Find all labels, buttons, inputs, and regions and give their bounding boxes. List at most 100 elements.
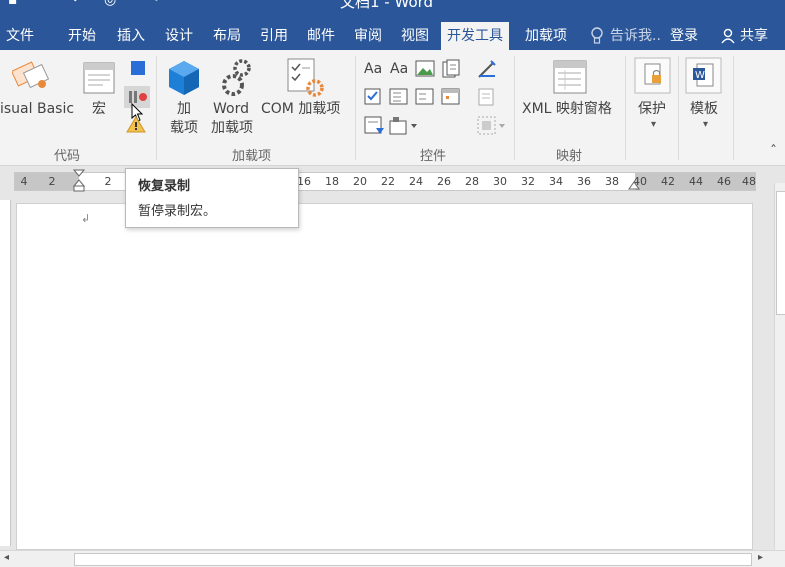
word-addins-button-line1[interactable]: Word (213, 101, 249, 118)
group-control-icon[interactable] (477, 116, 507, 136)
lightbulb-icon (591, 27, 603, 44)
tab-file[interactable]: 文件 (0, 22, 40, 50)
picture-control-icon[interactable] (415, 60, 435, 78)
tooltip-description: 暂停录制宏。 (138, 204, 217, 219)
document-template-icon: W (685, 57, 722, 94)
com-addins-icon (287, 58, 324, 97)
ribbon: isual Basic 宏 代码 加 载项 Word 加载项 COM 加载项 加… (0, 50, 785, 166)
building-block-icon[interactable] (442, 59, 460, 79)
vertical-ruler (0, 200, 11, 546)
print-preview-icon[interactable]: ◎ (104, 0, 116, 8)
controls-group-label: 控件 (420, 149, 447, 164)
code-group-label: 代码 (54, 149, 81, 164)
addins-button-line1[interactable]: 加 (177, 101, 191, 118)
rich-text-control-icon[interactable]: Aa (364, 61, 382, 78)
ruler-tick: 46 (717, 175, 731, 188)
tab-review[interactable]: 审阅 (348, 22, 388, 50)
tab-insert[interactable]: 插入 (111, 22, 151, 50)
ruler-tick: 32 (521, 175, 535, 188)
login-button[interactable]: 登录 (664, 22, 704, 50)
macro-security-icon[interactable] (126, 116, 146, 133)
macro-button[interactable]: 宏 (92, 101, 106, 118)
group-separator (625, 56, 626, 160)
vertical-scrollbar[interactable] (774, 183, 785, 550)
addins-group-label: 加载项 (232, 149, 272, 164)
visual-basic-button[interactable]: isual Basic (0, 101, 74, 118)
checkbox-control-icon[interactable] (364, 88, 382, 106)
undo-icon[interactable]: ↶ (72, 0, 84, 8)
svg-text:W: W (695, 70, 705, 81)
word-addins-icon (222, 59, 251, 96)
tooltip-title: 恢复录制 (138, 179, 191, 194)
mapping-group-label: 映射 (556, 149, 583, 164)
protect-document-icon (634, 57, 671, 94)
tab-mailings[interactable]: 邮件 (301, 22, 341, 50)
chevron-down-icon[interactable]: ▾ (651, 116, 656, 133)
group-separator (355, 56, 356, 160)
group-separator (733, 56, 734, 160)
addins-button-line2[interactable]: 载项 (170, 120, 198, 137)
ruler-tick: 36 (577, 175, 591, 188)
title-bar: ▪ ↶ ◎ ↷ 文档1 - Word (0, 0, 785, 22)
paragraph-mark-icon: ↲ (81, 212, 91, 225)
ruler-tick: 44 (689, 175, 703, 188)
combo-box-icon[interactable] (389, 88, 409, 106)
ribbon-tabs: 文件 开始 插入 设计 布局 引用 邮件 审阅 视图 开发工具 加载项 告诉我.… (0, 22, 785, 50)
date-picker-icon[interactable] (441, 88, 461, 106)
addins-icon (169, 61, 199, 95)
ruler-tick: 26 (437, 175, 451, 188)
right-indent-marker-icon[interactable] (628, 180, 640, 190)
properties-icon[interactable] (477, 88, 497, 106)
horizontal-scrollbar[interactable]: ◂ ▸ (0, 550, 785, 567)
tab-developer[interactable]: 开发工具 (441, 22, 509, 50)
indent-marker-icon[interactable] (73, 169, 85, 193)
ruler-tick: 30 (493, 175, 507, 188)
window-title: 文档1 - Word (340, 0, 434, 11)
ruler-tick: 34 (549, 175, 563, 188)
share-button[interactable]: 共享 (734, 22, 774, 50)
com-addins-button[interactable]: COM 加载项 (261, 101, 340, 118)
tell-me-search[interactable]: 告诉我.. (604, 22, 667, 50)
visual-basic-icon (12, 61, 50, 89)
ruler-tick: 22 (381, 175, 395, 188)
ruler-tick: 2 (104, 175, 112, 188)
tab-design[interactable]: 设计 (159, 22, 199, 50)
xml-mapping-icon (553, 60, 587, 94)
save-icon[interactable]: ▪ (8, 0, 18, 8)
macro-icon (83, 62, 115, 94)
repeating-section-icon[interactable] (364, 116, 386, 136)
document-page[interactable]: ↲ (16, 203, 753, 550)
xml-mapping-pane-button[interactable]: XML 映射窗格 (522, 101, 612, 118)
vertical-scroll-thumb[interactable] (776, 191, 785, 315)
ruler-tick: 42 (661, 175, 675, 188)
scroll-right-icon[interactable]: ▸ (758, 552, 763, 563)
chevron-down-icon[interactable]: ▾ (703, 116, 708, 133)
group-separator (678, 56, 679, 160)
tab-layout[interactable]: 布局 (207, 22, 247, 50)
ruler-tick: 20 (353, 175, 367, 188)
ruler-tick: 28 (465, 175, 479, 188)
plain-text-control-icon[interactable]: Aa (390, 61, 408, 78)
redo-icon[interactable]: ↷ (148, 0, 160, 8)
legacy-tools-icon[interactable] (389, 116, 419, 136)
design-mode-icon[interactable] (477, 59, 497, 79)
group-separator (514, 56, 515, 160)
collapse-ribbon-icon[interactable]: ˆ (770, 144, 777, 161)
tab-view[interactable]: 视图 (395, 22, 435, 50)
ruler-tick: 2 (48, 175, 56, 188)
ruler-tick: 24 (409, 175, 423, 188)
scroll-left-icon[interactable]: ◂ (4, 552, 9, 563)
tooltip: 恢复录制 暂停录制宏。 (125, 168, 299, 228)
ruler-tick: 38 (605, 175, 619, 188)
tab-home[interactable]: 开始 (62, 22, 102, 50)
horizontal-scroll-thumb[interactable] (74, 553, 752, 566)
word-addins-button-line2[interactable]: 加载项 (211, 120, 253, 137)
record-macro-icon[interactable] (130, 60, 146, 76)
dropdown-list-icon[interactable] (415, 88, 435, 106)
tab-references[interactable]: 引用 (254, 22, 294, 50)
ruler-tick: 4 (20, 175, 28, 188)
ruler-tick: 18 (325, 175, 339, 188)
group-separator (156, 56, 157, 160)
tab-addins[interactable]: 加载项 (519, 22, 573, 50)
ruler-tick: 48 (742, 175, 756, 188)
